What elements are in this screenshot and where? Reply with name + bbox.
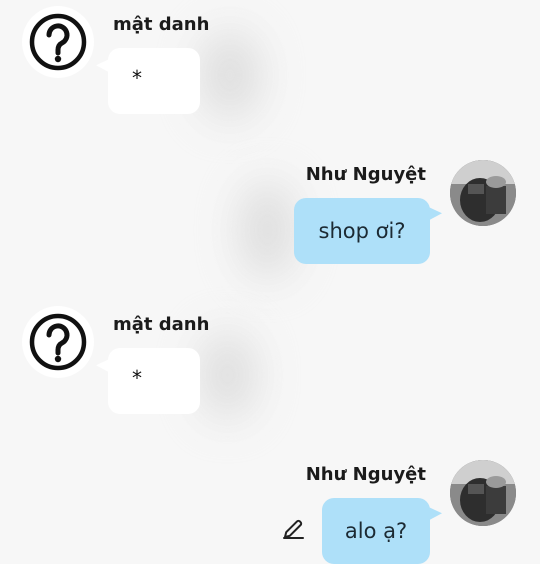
message-text: shop ơi? bbox=[318, 219, 406, 243]
anonymous-avatar[interactable] bbox=[22, 6, 94, 78]
message-bubble[interactable]: shop ơi? bbox=[294, 198, 430, 264]
user-photo bbox=[450, 160, 516, 226]
anonymous-avatar[interactable] bbox=[22, 306, 94, 378]
message-bubble[interactable]: * bbox=[108, 48, 200, 114]
user-photo bbox=[450, 460, 516, 526]
message-text: * bbox=[132, 366, 142, 390]
user-avatar[interactable] bbox=[450, 460, 516, 526]
blur-smudge bbox=[200, 30, 260, 120]
question-mark-icon bbox=[29, 13, 87, 71]
message-bubble[interactable]: alo ạ? bbox=[322, 498, 430, 564]
sender-name: Như Nguyệt bbox=[305, 464, 426, 485]
message-text: alo ạ? bbox=[344, 519, 408, 543]
user-avatar[interactable] bbox=[450, 160, 516, 226]
sender-name: mật danh bbox=[113, 14, 210, 35]
message-text: * bbox=[132, 66, 142, 90]
sender-name: mật danh bbox=[113, 314, 210, 335]
edit-pencil-icon[interactable] bbox=[280, 516, 306, 542]
question-mark-icon bbox=[29, 313, 87, 371]
blur-smudge bbox=[240, 180, 295, 280]
sender-name: Như Nguyệt bbox=[305, 164, 426, 185]
blur-smudge bbox=[200, 330, 255, 420]
message-bubble[interactable]: * bbox=[108, 348, 200, 414]
